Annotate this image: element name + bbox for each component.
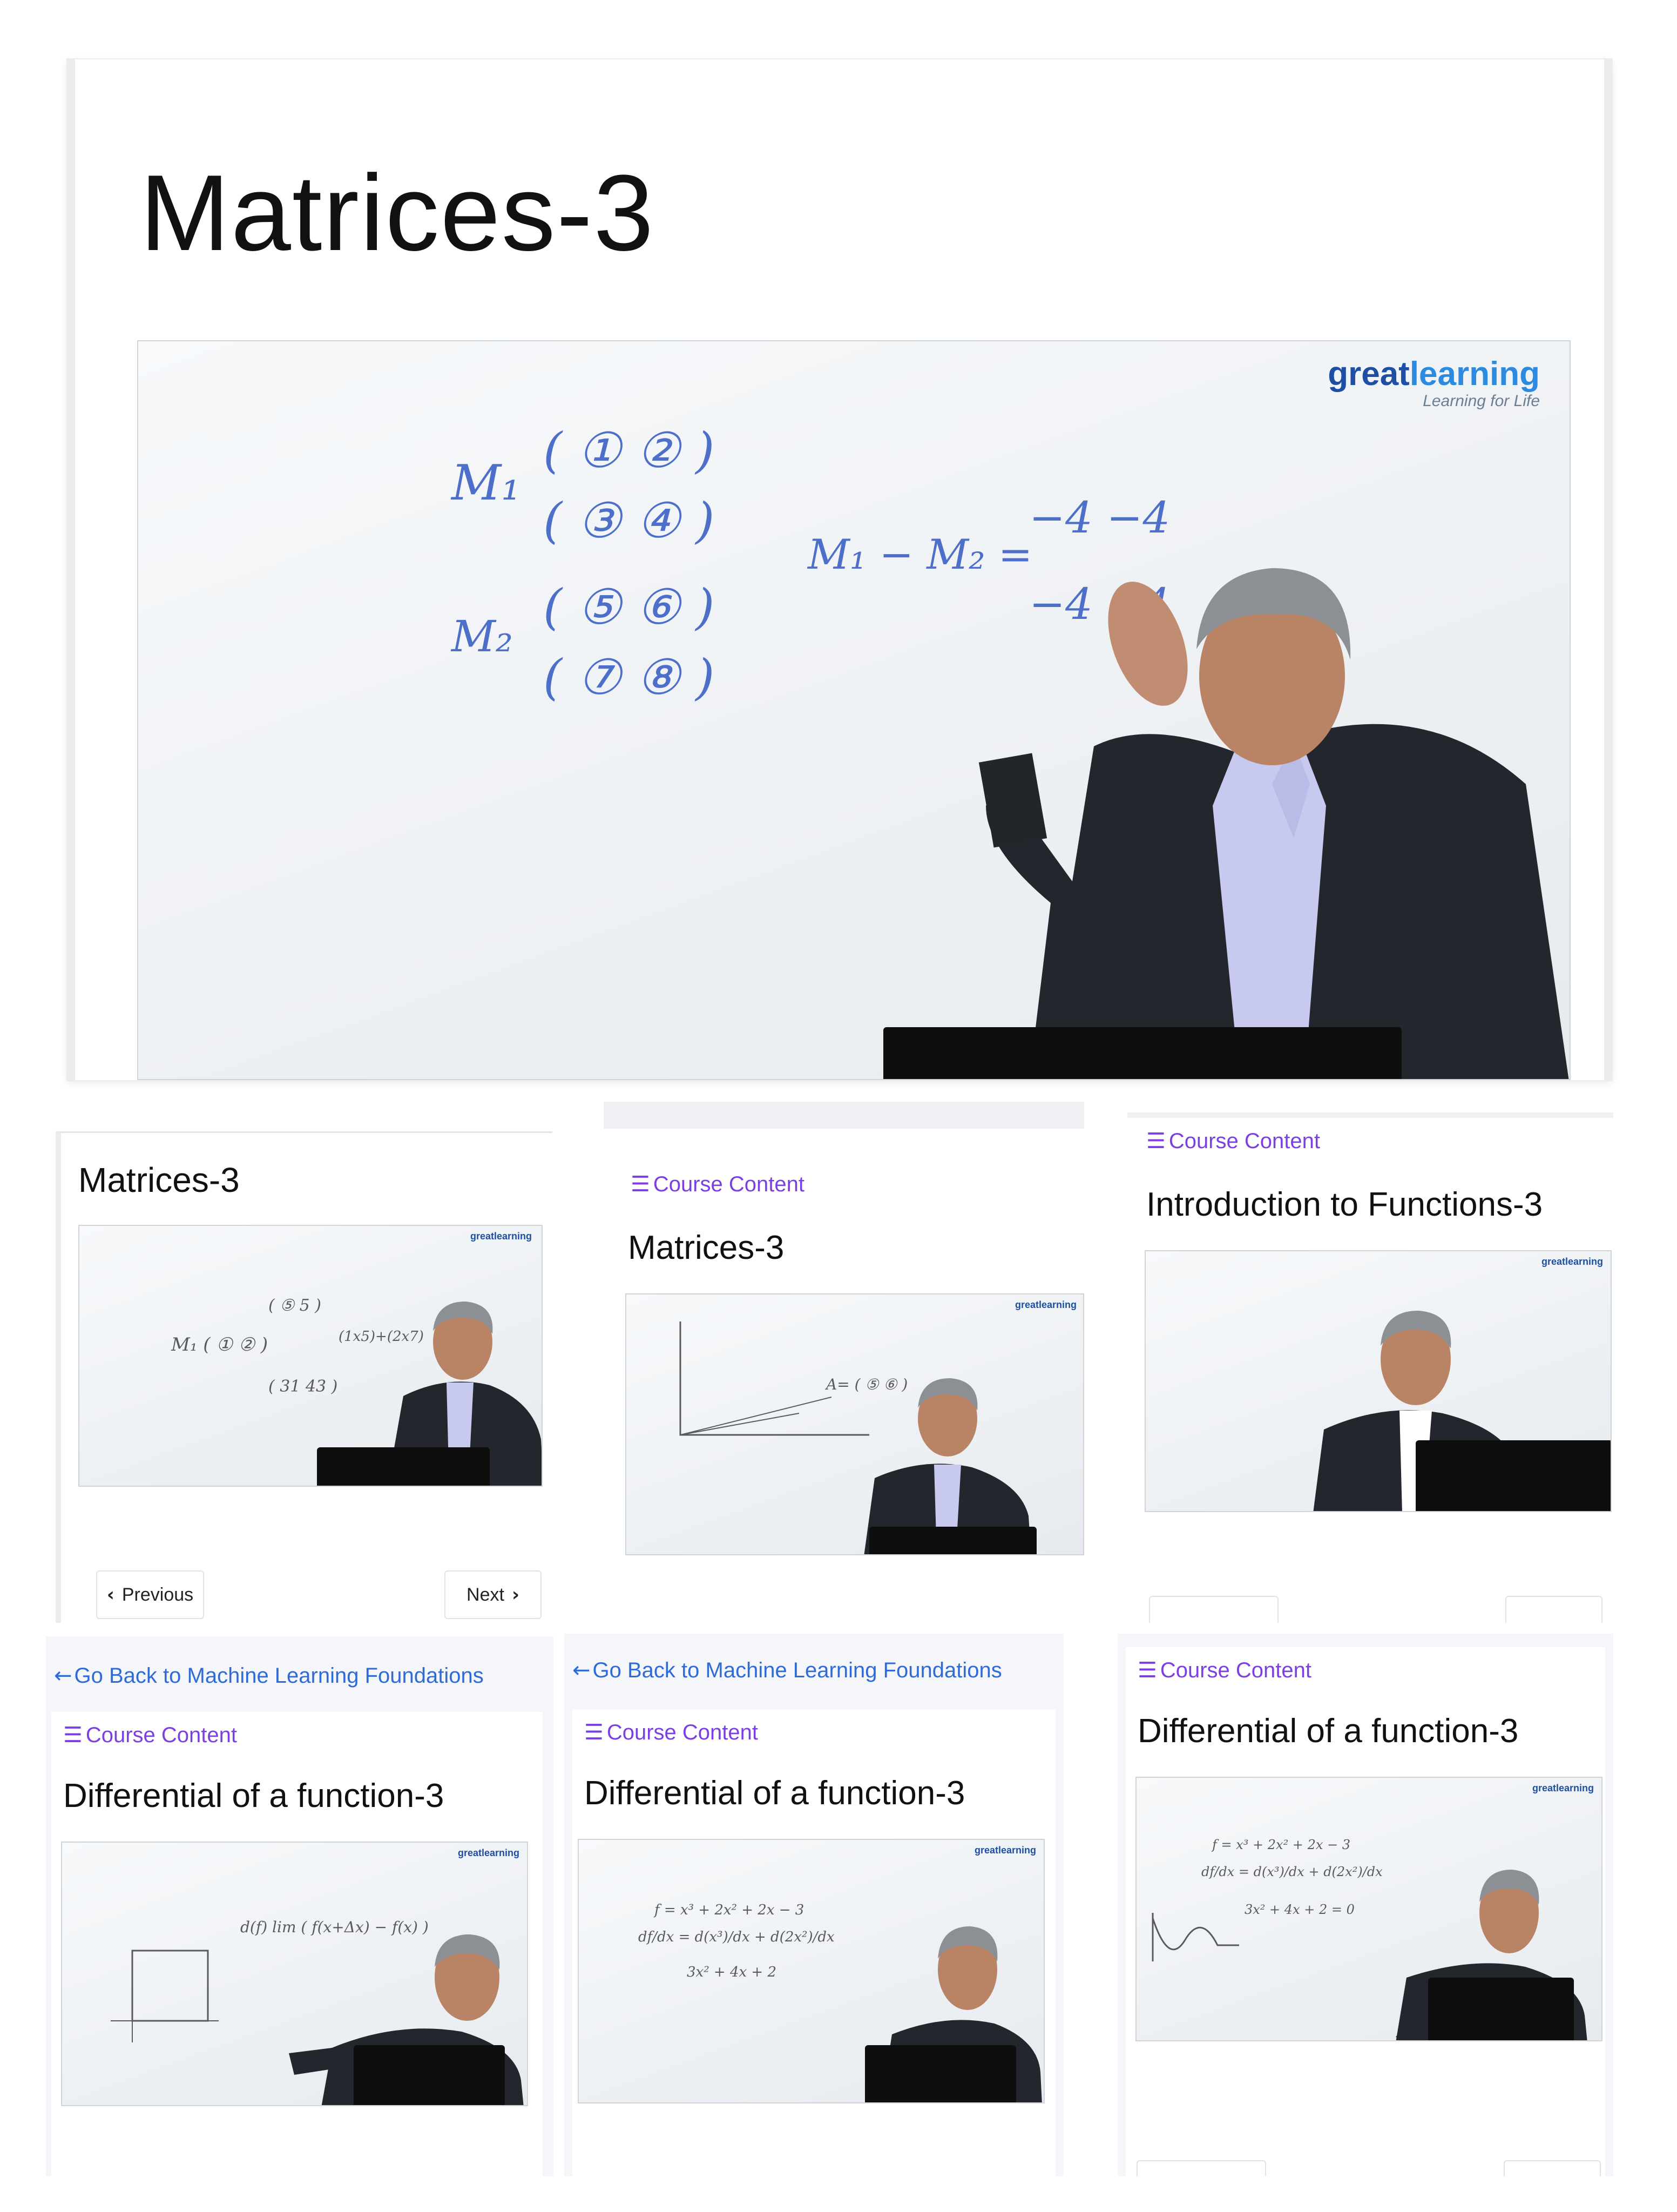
screen-2-course-content-link[interactable]: ☰ Course Content xyxy=(631,1172,804,1197)
podium xyxy=(883,1027,1402,1079)
board-m2-row2: ( ⑦ ⑧ ) xyxy=(543,649,715,706)
screen-4-course-content-link[interactable]: ☰ Course Content xyxy=(63,1723,237,1748)
lesson-title: Matrices-3 xyxy=(140,153,655,273)
screen-6-prev-button[interactable] xyxy=(1137,2160,1266,2176)
board-m1-row1: ( ① ② ) xyxy=(543,422,715,479)
screen-1-panel: Matrices-3 greatlearning M₁ ( ① ② ) ( ⑤ … xyxy=(56,1131,552,1623)
screen-1-logo: greatlearning xyxy=(470,1231,532,1242)
screen-3-title: Introduction to Functions-3 xyxy=(1146,1186,1543,1223)
previous-label: Previous xyxy=(121,1584,194,1605)
board-m1-row2: ( ③ ④ ) xyxy=(543,493,715,549)
screen-5-logo: greatlearning xyxy=(974,1845,1036,1856)
lesson-video[interactable]: greatlearning Learning for Life M₁ ( ① ②… xyxy=(137,340,1571,1080)
screen-2-presenter xyxy=(864,1378,1031,1554)
board-m1-label: M₁ xyxy=(451,455,521,511)
screen-3-course-content-label: Course Content xyxy=(1168,1129,1321,1153)
screen-4-back-label: Go Back to Machine Learning Foundations xyxy=(74,1663,484,1688)
screen-1-video[interactable]: greatlearning M₁ ( ① ② ) ( ⑤ 5 ) (1x5)+(… xyxy=(78,1225,543,1487)
previous-button[interactable]: ‹ Previous xyxy=(96,1570,204,1619)
board-m2-label: M₂ xyxy=(451,611,513,662)
list-icon: ☰ xyxy=(1146,1129,1166,1154)
presenter-figure xyxy=(978,568,1569,1079)
arrow-left-icon: ← xyxy=(572,1658,591,1683)
screen-3-video[interactable]: greatlearning xyxy=(1145,1250,1612,1512)
screen-1-title: Matrices-3 xyxy=(78,1161,240,1199)
screen-6-video[interactable]: greatlearning f = x³ + 2x² + 2x − 3 df/d… xyxy=(1135,1777,1602,2041)
arrow-left-icon: ← xyxy=(54,1663,72,1688)
chevron-left-icon: ‹ xyxy=(106,1584,114,1606)
screen-6-next-button[interactable] xyxy=(1504,2160,1601,2176)
screen-4-panel: ← Go Back to Machine Learning Foundation… xyxy=(46,1636,553,2176)
screen-6-panel: ☰ Course Content Differential of a funct… xyxy=(1118,1634,1613,2176)
main-lesson-panel: Matrices-3 greatlearning Learning for Li… xyxy=(67,59,1612,1080)
screen-5-panel: ← Go Back to Machine Learning Foundation… xyxy=(564,1634,1064,2176)
screen-5-video[interactable]: greatlearning f = x³ + 2x² + 2x − 3 df/d… xyxy=(578,1839,1045,2103)
screen-3-next-button[interactable] xyxy=(1505,1596,1602,1623)
screen-3-podium xyxy=(1416,1440,1611,1511)
screen-5-podium xyxy=(865,2045,1016,2102)
screen-4-video[interactable]: greatlearning d(f) lim ( f(x+Δx) − f(x) … xyxy=(61,1842,528,2106)
screen-4-logo: greatlearning xyxy=(457,1847,519,1858)
list-icon: ☰ xyxy=(631,1172,650,1197)
screen-3-panel: ☰ Course Content Introduction to Functio… xyxy=(1127,1112,1613,1623)
greatlearning-logo: greatlearning Learning for Life xyxy=(1328,355,1540,410)
screen-2-panel: ☰ Course Content Matrices-3 greatlearnin… xyxy=(604,1102,1084,1623)
screen-2-podium xyxy=(869,1527,1037,1554)
screen-4-card: ☰ Course Content Differential of a funct… xyxy=(51,1712,543,2176)
list-icon: ☰ xyxy=(584,1720,604,1745)
screen-4-podium xyxy=(354,2045,505,2105)
screen-2-logo: greatlearning xyxy=(1015,1299,1077,1310)
screen-3-logo: greatlearning xyxy=(1541,1256,1603,1267)
screen-6-card: ☰ Course Content Differential of a funct… xyxy=(1126,1647,1605,2176)
list-icon: ☰ xyxy=(63,1723,83,1748)
list-icon: ☰ xyxy=(1138,1658,1157,1683)
screen-6-podium xyxy=(1428,1978,1574,2040)
screen-5-course-content-link[interactable]: ☰ Course Content xyxy=(584,1720,758,1745)
screen-5-back-label: Go Back to Machine Learning Foundations xyxy=(592,1658,1002,1682)
screen-2-title: Matrices-3 xyxy=(628,1229,785,1266)
screen-3-course-content-link[interactable]: ☰ Course Content xyxy=(1146,1129,1320,1154)
screen-6-logo: greatlearning xyxy=(1532,1783,1594,1793)
screen-4-title: Differential of a function-3 xyxy=(63,1777,444,1815)
screen-4-course-content-label: Course Content xyxy=(85,1723,238,1747)
next-label: Next xyxy=(466,1584,504,1605)
screen-4-back-link[interactable]: ← Go Back to Machine Learning Foundation… xyxy=(54,1663,484,1688)
screen-6-title: Differential of a function-3 xyxy=(1138,1712,1519,1750)
screen-2-video[interactable]: greatlearning A= ( ⑤ ⑥ ) xyxy=(625,1293,1084,1555)
screen-3-prev-button[interactable] xyxy=(1149,1596,1279,1623)
screen-5-back-link[interactable]: ← Go Back to Machine Learning Foundation… xyxy=(572,1658,1002,1683)
screen-1-podium xyxy=(317,1447,490,1486)
screen-4-board-graph xyxy=(111,1950,219,2042)
screen-6-course-content-link[interactable]: ☰ Course Content xyxy=(1138,1658,1311,1683)
screen-5-card: ☰ Course Content Differential of a funct… xyxy=(572,1709,1056,2176)
chevron-right-icon: › xyxy=(511,1584,519,1606)
next-button[interactable]: Next › xyxy=(444,1570,542,1619)
board-m2-row1: ( ⑤ ⑥ ) xyxy=(543,579,715,636)
screen-6-course-content-label: Course Content xyxy=(1160,1658,1312,1682)
screen-6-board-graph xyxy=(1152,1913,1239,1961)
screen-5-course-content-label: Course Content xyxy=(606,1720,759,1744)
screen-5-title: Differential of a function-3 xyxy=(584,1775,965,1812)
screen-2-course-content-label: Course Content xyxy=(653,1172,805,1196)
